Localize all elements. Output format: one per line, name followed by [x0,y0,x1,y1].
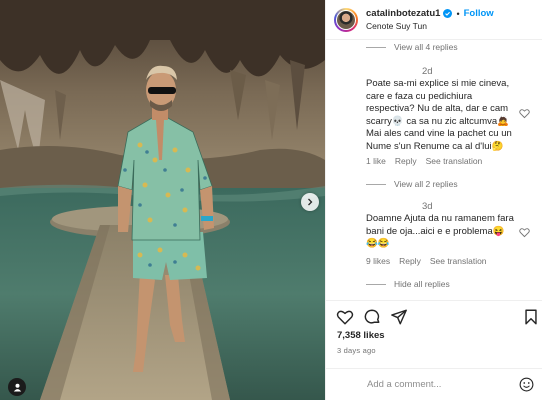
likes-count[interactable]: 7,358 likes [337,330,385,341]
bookmark-icon[interactable] [522,308,540,326]
add-comment-input[interactable]: Add a comment... [367,379,441,390]
post-header: catalinbotezatu1 • Follow Cenote Suy Tun [326,0,542,40]
chevron-right-icon [308,198,313,206]
comment-meta: 9 likes Reply See translation [366,256,496,266]
heart-icon[interactable] [336,308,354,326]
hide-replies-button[interactable]: Hide all replies [366,279,450,289]
comment-likes[interactable]: 1 like [366,156,386,166]
comment-line: 😂😂 [366,238,390,249]
view-replies-button[interactable]: View all 4 replies [366,42,458,52]
view-replies-label: View all 2 replies [394,179,458,189]
see-translation-button[interactable]: See translation [426,156,483,166]
comment-line: care e faza cu pedichiura [366,90,473,102]
emoji-icon[interactable] [519,377,534,392]
reply-line [366,46,386,48]
avatar[interactable] [334,7,358,32]
cenote-scene [0,0,325,400]
comment-line: Doamne Ajuta da nu ramanem fara [366,213,514,224]
reply-button[interactable]: Reply [395,156,417,166]
avatar-image [337,10,355,29]
next-photo-button[interactable] [301,193,319,211]
comment-line: bani de oja...aici e e problema😝 [366,225,505,237]
like-comment-heart-icon[interactable] [519,227,530,238]
post-viewer: catalinbotezatu1 • Follow Cenote Suy Tun… [0,0,542,400]
comment-time: 3d [422,201,433,212]
header-row: catalinbotezatu1 • Follow [366,8,494,19]
hide-replies-label: Hide all replies [394,279,450,289]
reply-button[interactable]: Reply [399,256,421,266]
comment-line: scarry💀 ca sa nu zic altcumva🙇 [366,115,509,127]
header-text: catalinbotezatu1 • Follow Cenote Suy Tun [366,8,494,31]
user-tag-icon [13,383,21,391]
share-icon[interactable] [390,308,408,326]
comment-meta: 1 like Reply See translation [366,156,491,166]
reply-line [366,183,386,185]
post-photo[interactable] [0,0,325,400]
comment-line: respectiva? Nu de alta, dar e cam [366,103,509,114]
action-bar [326,300,542,325]
post-details-panel: catalinbotezatu1 • Follow Cenote Suy Tun… [325,0,542,400]
see-translation-button[interactable]: See translation [430,256,487,266]
comment-icon[interactable] [363,308,381,326]
comment-text: Poate sa-mi explice si mie cineva, care … [366,78,521,153]
comment-likes[interactable]: 9 likes [366,256,390,266]
follow-button[interactable]: Follow [464,8,494,19]
add-comment-bar: Add a comment... [326,368,542,400]
comment-time: 2d [422,66,433,77]
view-replies-label: View all 4 replies [394,42,458,52]
like-comment-heart-icon[interactable] [519,108,530,119]
tagged-users-button[interactable] [8,378,26,396]
post-time: 3 days ago [337,346,376,355]
comment-line: Mai ales cand vine la pachet cu un [366,128,512,139]
comment-text: Doamne Ajuta da nu ramanem fara bani de … [366,213,521,251]
comment-line: Poate sa-mi explice si mie cineva, [366,78,510,89]
location-link[interactable]: Cenote Suy Tun [366,21,494,31]
username-link[interactable]: catalinbotezatu1 [366,8,440,19]
comment-line: Nume s'un Renume ca al d'lui🤔 [366,140,504,152]
reply-line [366,283,386,285]
separator-dot: • [456,8,460,19]
avatar-ring [336,9,356,30]
view-replies-button[interactable]: View all 2 replies [366,179,458,189]
verified-badge-icon [443,9,453,18]
